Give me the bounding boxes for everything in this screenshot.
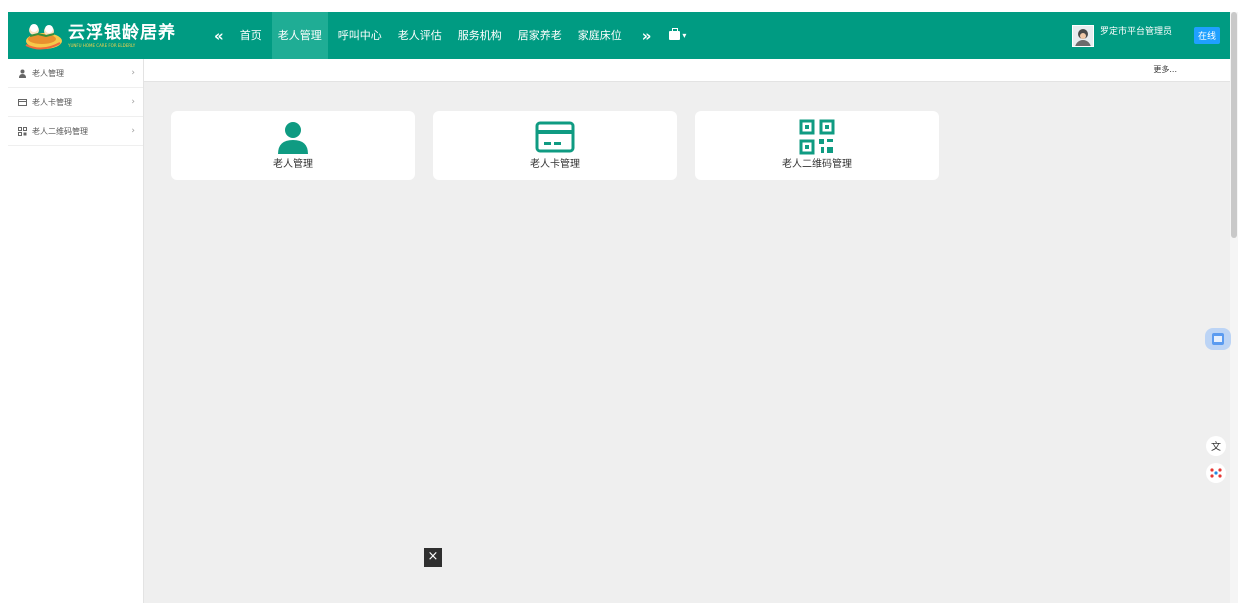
side-panel-toggle-icon[interactable] xyxy=(1205,328,1231,353)
sidebar: 老人管理 › 老人卡管理 › 老人二维码管理 › xyxy=(8,59,144,603)
card-icon xyxy=(535,121,575,156)
nav-item-service-institutions[interactable]: 服务机构 xyxy=(452,12,508,59)
nav-item-call-center[interactable]: 呼叫中心 xyxy=(332,12,388,59)
user-icon xyxy=(18,69,27,78)
logo-title: 云浮银龄居养 xyxy=(68,22,176,43)
sidebar-item-label: 老人管理 xyxy=(32,68,64,78)
card-label: 老人卡管理 xyxy=(530,159,580,170)
qrcode-icon xyxy=(18,126,27,136)
user-menu[interactable]: 罗定市平台管理员 在线 xyxy=(1071,12,1220,59)
sidebar-item-elder-management[interactable]: 老人管理 › xyxy=(8,59,143,88)
app-logo[interactable]: 云浮银龄居养 YUNFU HOME CARE FOR ELDERLY xyxy=(20,19,198,53)
top-nav: « 首页 老人管理 呼叫中心 老人评估 服务机构 居家养老 家庭床位 » ▾ xyxy=(204,12,686,59)
svg-text:文: 文 xyxy=(1211,440,1221,453)
nav-item-home-care[interactable]: 居家养老 xyxy=(512,12,568,59)
double-chevron-left-icon[interactable]: « xyxy=(204,27,234,45)
card-elder-card-management[interactable]: 老人卡管理 xyxy=(433,111,677,180)
status-badge: 在线 xyxy=(1193,27,1220,44)
nav-item-family-beds[interactable]: 家庭床位 xyxy=(572,12,628,59)
logo-subtitle: YUNFU HOME CARE FOR ELDERLY xyxy=(68,42,136,48)
logo-emblem-icon xyxy=(20,19,64,53)
main-content: 更多... 老人管理 老人卡管理 老人二维码管理 xyxy=(144,59,1230,603)
sidebar-item-elder-card[interactable]: 老人卡管理 › xyxy=(8,88,143,117)
card-elder-qrcode-management[interactable]: 老人二维码管理 xyxy=(695,111,939,180)
qrcode-icon xyxy=(799,119,835,158)
avatar xyxy=(1071,24,1094,47)
sidebar-item-label: 老人卡管理 xyxy=(32,97,72,107)
page-top-strip xyxy=(0,0,1238,12)
app-grid-icon[interactable] xyxy=(1206,463,1226,486)
translate-icon[interactable]: 文 xyxy=(1206,436,1226,459)
chevron-right-icon: › xyxy=(131,126,135,136)
page-scrollbar[interactable] xyxy=(1230,12,1238,603)
top-navigation-bar: 云浮银龄居养 YUNFU HOME CARE FOR ELDERLY « 首页 … xyxy=(8,12,1230,59)
content-tab-bar: 更多... xyxy=(144,59,1230,82)
user-icon xyxy=(276,122,310,157)
card-icon xyxy=(18,98,27,107)
caret-down-icon: ▾ xyxy=(682,31,687,40)
page-left-strip xyxy=(0,0,8,603)
tools-dropdown[interactable]: ▾ xyxy=(669,28,687,40)
nav-item-elder-management[interactable]: 老人管理 xyxy=(271,12,328,59)
sidebar-item-label: 老人二维码管理 xyxy=(32,126,88,136)
close-button[interactable]: × xyxy=(424,548,442,567)
username: 罗定市平台管理员 xyxy=(1099,27,1172,37)
chevron-right-icon: › xyxy=(131,68,135,78)
double-chevron-right-icon[interactable]: » xyxy=(632,27,662,45)
chevron-right-icon: › xyxy=(131,97,135,107)
sidebar-item-elder-qrcode[interactable]: 老人二维码管理 › xyxy=(8,117,143,146)
nav-item-elder-assessment[interactable]: 老人评估 xyxy=(392,12,448,59)
suitcase-icon xyxy=(669,28,681,40)
card-elder-management[interactable]: 老人管理 xyxy=(171,111,415,180)
scrollbar-thumb[interactable] xyxy=(1231,12,1237,238)
more-menu[interactable]: 更多... xyxy=(1153,64,1177,75)
nav-item-home[interactable]: 首页 xyxy=(234,12,268,59)
card-label: 老人管理 xyxy=(273,159,313,170)
